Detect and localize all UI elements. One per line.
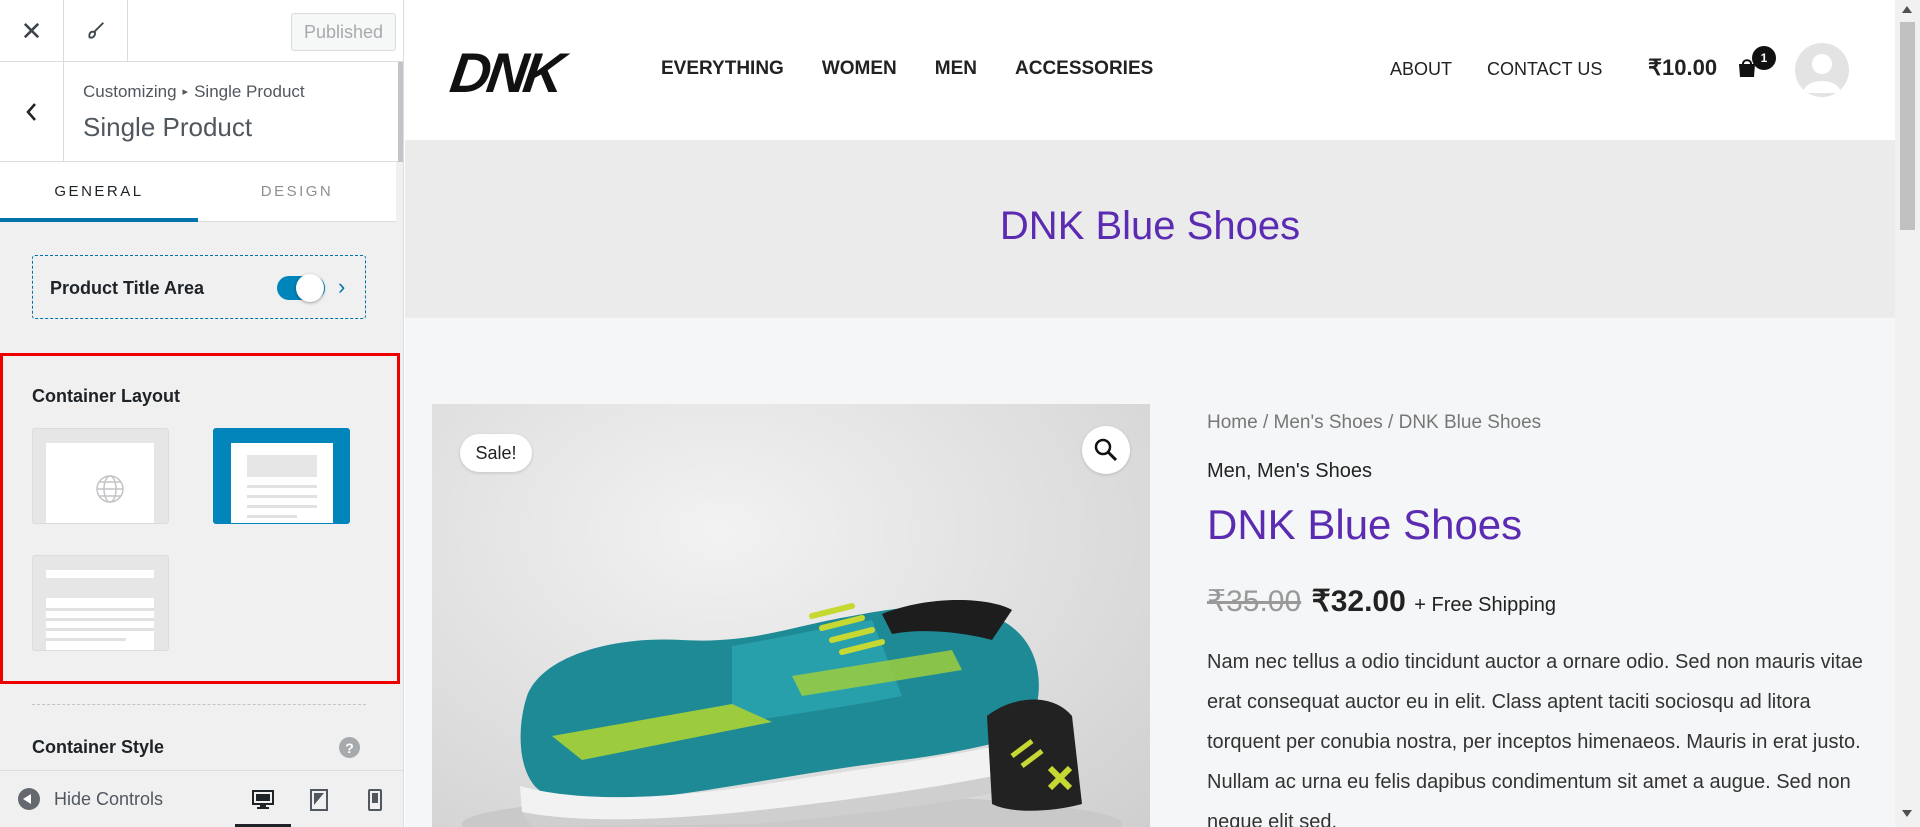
scroll-down-arrow[interactable] [1902,810,1912,817]
hide-controls-label: Hide Controls [54,788,164,809]
layout-preview-line [247,505,317,508]
primary-nav: EVERYTHING WOMEN MEN ACCESSORIES [661,58,1153,80]
layout-preview [46,570,154,650]
device-mobile-button[interactable] [347,771,403,827]
secondary-nav: ABOUT CONTACT US [1390,59,1602,80]
close-icon: ✕ [20,15,43,46]
layout-preview-line [247,515,297,518]
nav-item-contact[interactable]: CONTACT US [1487,59,1602,80]
breadcrumb-root: Customizing [83,82,177,101]
back-button[interactable] [0,62,64,162]
tab-design[interactable]: DESIGN [198,162,396,221]
zoom-button[interactable] [1082,426,1130,474]
brush-icon [87,22,104,39]
nav-item-everything[interactable]: EVERYTHING [661,58,784,80]
sale-price: ₹32.00 [1311,585,1406,618]
mobile-icon [368,788,382,811]
product-price: ₹35.00 ₹32.00 + Free Shipping [1207,584,1556,619]
layout-option-default[interactable] [32,428,169,524]
sidebar-scrollbar[interactable] [398,62,403,162]
search-icon [1094,438,1118,462]
cart-count-badge: 1 [1752,46,1776,70]
cart-total[interactable]: ₹10.00 [1648,55,1717,81]
product-categories[interactable]: Men, Men's Shoes [1207,460,1372,483]
layout-preview-line [46,608,154,611]
layout-preview-line [46,628,154,631]
shipping-note: + Free Shipping [1414,594,1557,616]
tab-general[interactable]: GENERAL [0,162,198,222]
user-icon [1803,54,1841,93]
tablet-icon [310,788,328,811]
customizer-sidebar: ✕ Published Customizing ▸ Single Product S… [0,0,404,827]
desktop-icon [252,789,274,809]
globe-icon [96,475,124,503]
product-title-area-toggle[interactable] [277,274,325,302]
section-title: Single Product [83,112,253,142]
shoe-image [462,600,1122,827]
old-price: ₹35.00 [1207,585,1302,618]
scroll-thumb[interactable] [1900,22,1915,230]
product-title: DNK Blue Shoes [1207,501,1523,548]
customizer-footer: Hide Controls [0,770,403,827]
container-layout-label: Container Layout [32,386,181,406]
product-description: Nam nec tellus a odio tincidunt auctor a… [1207,651,1863,827]
product-breadcrumb[interactable]: Home / Men's Shoes / DNK Blue Shoes [1207,412,1541,434]
chevron-right-icon[interactable]: › [338,274,345,300]
product-title-area-control[interactable]: Product Title Area › [32,255,366,319]
layout-preview-block [46,578,154,598]
nav-item-men[interactable]: MEN [935,58,977,80]
section-header: Customizing ▸ Single Product Single Produc… [0,62,398,162]
layout-preview-line [247,495,317,498]
page-title-band: DNK Blue Shoes [405,140,1895,318]
layout-preview-line [46,638,126,641]
layout-preview-line [46,618,154,621]
toggle-knob [296,274,324,302]
page-title: DNK Blue Shoes [999,204,1301,248]
site-header: DNK EVERYTHING WOMEN MEN ACCESSORIES ABO… [405,0,1895,140]
publish-button[interactable]: Published [291,13,396,51]
nav-item-women[interactable]: WOMEN [822,58,897,80]
chevron-left-icon [25,103,36,121]
nav-item-accessories[interactable]: ACCESSORIES [1015,58,1153,80]
layout-preview [231,443,333,523]
customizer-topbar: ✕ Published [0,0,403,62]
avatar[interactable] [1795,43,1849,97]
product-image[interactable]: Sale! [432,404,1150,827]
layout-preview-line [247,485,317,488]
preview-scrollbar[interactable] [1895,0,1920,827]
layout-option-full-width[interactable] [32,555,169,651]
customize-brush-button[interactable] [64,0,128,62]
site-logo[interactable]: DNK [446,40,565,105]
container-style-label: Container Style [32,737,165,757]
breadcrumb-separator: ▸ [182,86,189,98]
customizer-tabs: GENERAL DESIGN [0,162,396,222]
layout-preview [46,443,154,523]
hide-controls-button[interactable]: Hide Controls [18,788,163,810]
layout-option-boxed[interactable] [213,428,350,524]
device-desktop-button[interactable] [235,771,291,827]
breadcrumb: Customizing ▸ Single Product [83,82,305,102]
site-preview: DNK EVERYTHING WOMEN MEN ACCESSORIES ABO… [405,0,1920,827]
product-title-area-label: Product Title Area [50,278,205,298]
sale-badge: Sale! [460,434,532,472]
layout-preview-block [247,455,317,477]
nav-item-about[interactable]: ABOUT [1390,59,1452,80]
help-icon[interactable]: ? [339,737,360,758]
scroll-up-arrow[interactable] [1902,6,1912,13]
collapse-icon [18,788,40,810]
close-customizer-button[interactable]: ✕ [0,0,64,62]
breadcrumb-current: Single Product [194,82,305,101]
device-tablet-button[interactable] [291,771,347,827]
divider [32,704,366,705]
